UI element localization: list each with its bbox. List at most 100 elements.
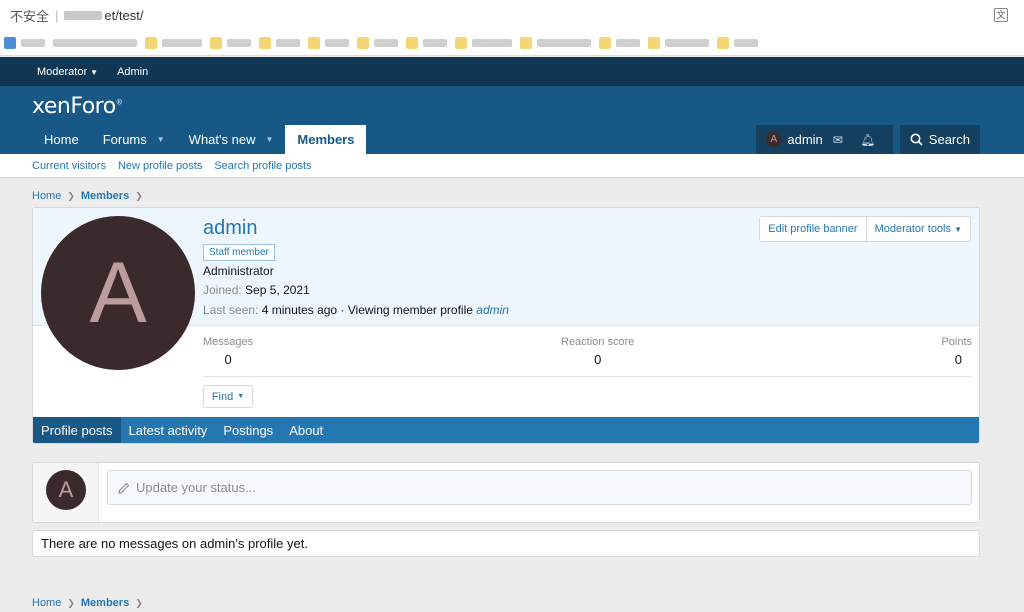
chevron-right-icon: ❯ (67, 597, 75, 608)
stat-label: Points (941, 336, 972, 348)
folder-icon (455, 36, 467, 49)
url-path: et/test/ (104, 7, 144, 23)
tab-about[interactable]: About (281, 417, 331, 443)
sub-nav: Current visitors New profile posts Searc… (0, 154, 1024, 178)
profile-username: admin (203, 217, 258, 239)
site-header: xenForo® Home Forums ▼ What's new ▼ Member… (0, 86, 1024, 154)
last-seen-value: 4 minutes ago · Viewing member profile (261, 303, 473, 317)
joined-label: Joined: (203, 283, 242, 297)
folder-icon (210, 36, 222, 49)
status-update-card: A Update your status... (32, 462, 980, 523)
user-title: Administrator (203, 264, 274, 278)
nav-tab-label: Home (44, 132, 79, 147)
account-name: admin (787, 132, 823, 147)
find-label: Find (211, 390, 234, 403)
admin-link[interactable]: Admin (117, 66, 148, 78)
bookmark-item[interactable] (357, 36, 398, 49)
folder-icon (520, 36, 532, 49)
last-seen-link[interactable]: admin (476, 303, 509, 317)
bookmark-item[interactable] (648, 36, 709, 49)
joined-value: Sep 5, 2021 (245, 283, 310, 297)
main-nav: Home Forums ▼ What's new ▼ Members (32, 125, 367, 154)
staff-badge: Staff member (203, 244, 275, 261)
folder-icon (648, 36, 660, 49)
nav-tab-members[interactable]: Members (285, 125, 367, 154)
folder-icon (717, 36, 729, 49)
breadcrumb-home[interactable]: Home (32, 597, 61, 609)
staff-bar: Moderator ▼ Admin (0, 57, 1024, 86)
caret-down-icon: ▼ (90, 67, 99, 77)
stat-reaction-score: Reaction score 0 (561, 336, 634, 367)
bookmark-item[interactable] (308, 36, 349, 49)
folder-icon (259, 36, 271, 49)
stat-value: 0 (954, 352, 962, 367)
chevron-right-icon: ❯ (67, 190, 75, 201)
redacted-domain (64, 10, 103, 20)
search-label: Search (928, 132, 970, 147)
nav-tab-label: Forums (102, 132, 147, 147)
moderator-tools-button[interactable]: Moderator tools ▼ (865, 217, 970, 241)
stat-points: Points 0 (941, 336, 972, 367)
subnav-current-visitors[interactable]: Current visitors (32, 160, 106, 172)
nav-tab-label: What's new (188, 132, 256, 147)
chevron-right-icon: ❯ (135, 597, 143, 608)
nav-tab-whats-new[interactable]: What's new ▼ (177, 125, 286, 154)
stat-label: Reaction score (561, 336, 635, 348)
nav-tab-home[interactable]: Home (32, 125, 91, 154)
search-icon (910, 133, 923, 146)
last-seen-label: Last seen: (203, 303, 259, 317)
bookmark-icon (4, 36, 16, 49)
bookmark-item[interactable] (406, 36, 447, 49)
breadcrumb: Home ❯ Members ❯ (32, 190, 143, 202)
empty-messages-notice: There are no messages on admin's profile… (32, 530, 980, 557)
bookmark-item[interactable] (259, 36, 300, 49)
nav-tab-label: Members (297, 132, 355, 147)
caret-down-icon: ▼ (954, 225, 962, 234)
stat-value: 0 (224, 352, 232, 367)
bookmark-item[interactable] (145, 36, 202, 49)
envelope-icon[interactable]: ✉ (823, 133, 853, 147)
site-logo[interactable]: xenForo® (32, 94, 123, 119)
bookmark-item[interactable] (717, 36, 758, 49)
breadcrumb-members[interactable]: Members (81, 597, 129, 609)
bookmark-item[interactable] (4, 36, 45, 49)
find-button[interactable]: Find ▼ (203, 385, 253, 408)
tab-latest-activity[interactable]: Latest activity (121, 417, 216, 443)
translate-icon[interactable]: 文 (994, 8, 1008, 22)
tab-postings[interactable]: Postings (215, 417, 281, 443)
bookmark-item[interactable] (520, 36, 591, 49)
status-input[interactable]: Update your status... (107, 470, 972, 505)
folder-icon (145, 36, 157, 49)
tab-profile-posts[interactable]: Profile posts (33, 417, 121, 443)
breadcrumb-home[interactable]: Home (32, 190, 61, 202)
profile-avatar[interactable]: A (41, 216, 195, 370)
breadcrumb-members[interactable]: Members (81, 190, 129, 202)
bookmark-item[interactable] (599, 36, 640, 49)
folder-icon (308, 36, 320, 49)
bookmark-item[interactable] (455, 36, 512, 49)
bookmark-item[interactable] (210, 36, 251, 49)
browser-address-bar[interactable]: 不安全 | et/test/ 文 (0, 0, 1024, 30)
bookmark-item[interactable] (53, 38, 137, 47)
caret-down-icon[interactable]: ▼ (265, 135, 273, 144)
subnav-new-profile-posts[interactable]: New profile posts (118, 160, 202, 172)
account-menu[interactable]: A admin ✉ 🔔︎ (756, 125, 893, 154)
search-button[interactable]: Search (899, 125, 980, 154)
nav-tab-forums[interactable]: Forums ▼ (91, 125, 177, 154)
folder-icon (406, 36, 418, 49)
caret-down-icon: ▼ (237, 393, 245, 400)
stat-value: 0 (594, 352, 602, 367)
breadcrumb-bottom: Home ❯ Members ❯ (32, 597, 143, 609)
folder-icon (357, 36, 369, 49)
status-placeholder: Update your status... (136, 480, 256, 495)
registered-mark: ® (115, 98, 123, 107)
bell-icon[interactable]: 🔔︎ (853, 133, 883, 147)
caret-down-icon[interactable]: ▼ (157, 135, 165, 144)
subnav-search-profile-posts[interactable]: Search profile posts (214, 160, 311, 172)
last-seen-info: Last seen: 4 minutes ago · Viewing membe… (203, 303, 509, 317)
moderator-menu[interactable]: Moderator ▼ (37, 66, 98, 78)
security-warning: 不安全 (10, 8, 50, 24)
edit-profile-banner-button[interactable]: Edit profile banner (760, 217, 865, 241)
avatar[interactable]: A (46, 470, 86, 510)
profile-stats: Messages 0 Reaction score 0 Points 0 (203, 336, 972, 376)
